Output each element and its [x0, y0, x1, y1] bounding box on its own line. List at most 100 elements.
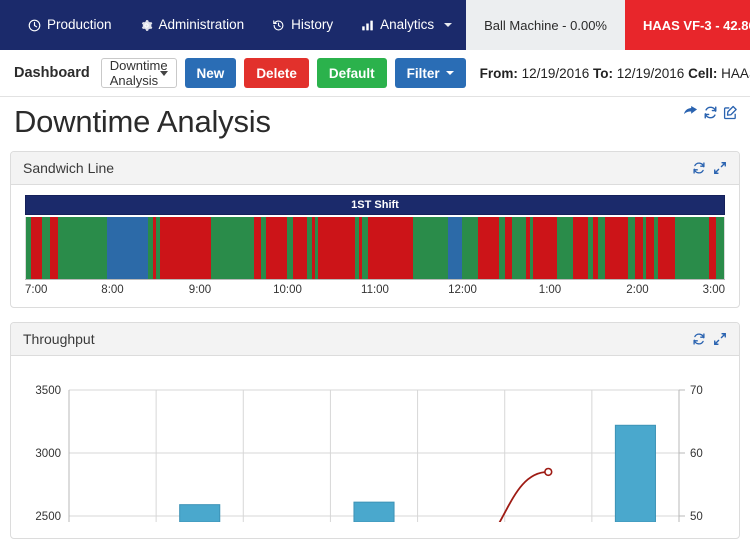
- y-axis-tick-label: 3500: [35, 385, 61, 397]
- from-value: 12/19/2016: [522, 66, 590, 81]
- panel-sandwich-line: Sandwich Line 1ST Shift 7:008:009:0010:0…: [10, 151, 740, 308]
- panel-header: Throughput: [11, 323, 739, 356]
- delete-button[interactable]: Delete: [244, 58, 309, 88]
- nav-item-analytics[interactable]: Analytics: [347, 0, 466, 50]
- gantt-segment-down: [635, 217, 643, 279]
- gantt-segment-down: [254, 217, 261, 279]
- edit-icon[interactable]: [723, 105, 738, 120]
- gantt-segment-down: [368, 217, 412, 279]
- refresh-icon[interactable]: [692, 161, 706, 175]
- y2-axis-tick-label: 70: [690, 385, 703, 397]
- gantt-tick-label: 3:00: [703, 284, 725, 296]
- gantt-segment-down: [266, 217, 286, 279]
- filter-button[interactable]: Filter: [395, 58, 466, 88]
- gantt-segment-down: [573, 217, 588, 279]
- throughput-bar: [180, 505, 220, 522]
- gantt-tick-label: 12:00: [448, 284, 477, 296]
- gantt-segment-idle: [107, 217, 147, 279]
- throughput-chart-svg: 350030002500200070605040: [23, 372, 725, 522]
- throughput-bar: [354, 502, 394, 522]
- gantt-segment-running: [413, 217, 448, 279]
- gantt-segment-idle: [448, 217, 462, 279]
- expand-icon[interactable]: [713, 161, 727, 175]
- nav-item-administration[interactable]: Administration: [126, 0, 259, 50]
- page-actions: [683, 105, 738, 120]
- dashboard-select[interactable]: Downtime Analysis: [101, 58, 177, 88]
- expand-icon[interactable]: [713, 332, 727, 346]
- panel-header: Sandwich Line: [11, 152, 739, 185]
- nav-label-analytics: Analytics: [380, 18, 434, 32]
- gantt-segment-down: [478, 217, 500, 279]
- gantt-segment-down: [318, 217, 354, 279]
- tab-haas-vf3-label: HAAS VF-3 - 42.86%: [643, 18, 750, 33]
- tab-ball-machine[interactable]: Ball Machine - 0.00%: [466, 0, 625, 50]
- panel-body: 350030002500200070605040: [11, 356, 739, 538]
- panel-body: 1ST Shift 7:008:009:0010:0011:0012:001:0…: [11, 185, 739, 307]
- gantt-segment-running: [462, 217, 478, 279]
- gantt-segment-running: [628, 217, 635, 279]
- gantt-segment-down: [50, 217, 59, 279]
- panel-tools: [692, 332, 727, 346]
- panel-title-throughput: Throughput: [23, 331, 95, 347]
- gantt-segment-down: [658, 217, 676, 279]
- gantt-segment-down: [31, 217, 42, 279]
- chevron-down-icon: [160, 71, 168, 76]
- gantt-segment-down: [605, 217, 628, 279]
- chevron-down-icon: [444, 23, 452, 27]
- nav-label-administration: Administration: [159, 18, 245, 32]
- cell-value: HAAS VF-3: [721, 66, 750, 81]
- tab-haas-vf3[interactable]: HAAS VF-3 - 42.86%: [625, 0, 750, 50]
- y-axis-tick-label: 2500: [35, 511, 61, 522]
- gantt-tick-label: 2:00: [626, 284, 648, 296]
- gantt-track: [25, 217, 725, 279]
- gantt-segment-down: [293, 217, 308, 279]
- gantt-segment-down: [533, 217, 557, 279]
- nav-item-history[interactable]: History: [258, 0, 347, 50]
- throughput-chart: 350030002500200070605040: [23, 372, 727, 532]
- panel-throughput: Throughput 350030002500200070605040: [10, 322, 740, 539]
- page-header: Downtime Analysis: [0, 97, 750, 151]
- machine-tabs: Ball Machine - 0.00% HAAS VF-3 - 42.86%: [466, 0, 750, 50]
- dashboard-toolbar: Dashboard Downtime Analysis New Delete D…: [0, 50, 750, 97]
- y2-axis-tick-label: 50: [690, 511, 703, 522]
- from-label: From:: [480, 66, 518, 81]
- to-label: To:: [593, 66, 613, 81]
- gantt-segment-down: [646, 217, 654, 279]
- gantt-segment-running: [557, 217, 572, 279]
- gantt-segment-running: [42, 217, 49, 279]
- bar-chart-icon: [361, 19, 374, 32]
- gantt-tick-label: 8:00: [101, 284, 123, 296]
- chevron-down-icon: [446, 71, 454, 75]
- history-icon: [272, 19, 285, 32]
- y-axis-tick-label: 3000: [35, 448, 61, 460]
- to-value: 12/19/2016: [617, 66, 685, 81]
- gantt-axis: 7:008:009:0010:0011:0012:001:002:003:00: [25, 279, 725, 301]
- gear-icon: [140, 19, 153, 32]
- gantt-segment-running: [675, 217, 709, 279]
- gantt-tick-label: 11:00: [361, 284, 389, 296]
- throughput-bar: [615, 425, 655, 522]
- nav-label-history: History: [291, 18, 333, 32]
- default-button[interactable]: Default: [317, 58, 387, 88]
- nav-label-production: Production: [47, 18, 112, 32]
- page-title: Downtime Analysis: [14, 105, 271, 139]
- gantt-segment-running: [512, 217, 526, 279]
- refresh-icon[interactable]: [692, 332, 706, 346]
- dashboard-label: Dashboard: [14, 65, 90, 81]
- nav-item-production[interactable]: Production: [14, 0, 126, 50]
- clock-icon: [28, 19, 41, 32]
- new-button[interactable]: New: [185, 58, 237, 88]
- tab-ball-machine-label: Ball Machine - 0.00%: [484, 18, 607, 33]
- shift-bar: 1ST Shift: [25, 195, 725, 215]
- gantt-tick-label: 9:00: [189, 284, 211, 296]
- refresh-icon[interactable]: [703, 105, 718, 120]
- y2-axis-tick-label: 60: [690, 448, 703, 460]
- cell-label: Cell:: [688, 66, 717, 81]
- gantt-segment-running: [716, 217, 724, 279]
- gantt-segment-running: [598, 217, 605, 279]
- gantt-segment-down: [160, 217, 211, 279]
- primary-nav: Production Administration History: [0, 0, 466, 50]
- share-icon[interactable]: [683, 105, 698, 120]
- filter-button-label: Filter: [407, 66, 440, 81]
- gantt-tick-label: 1:00: [539, 284, 561, 296]
